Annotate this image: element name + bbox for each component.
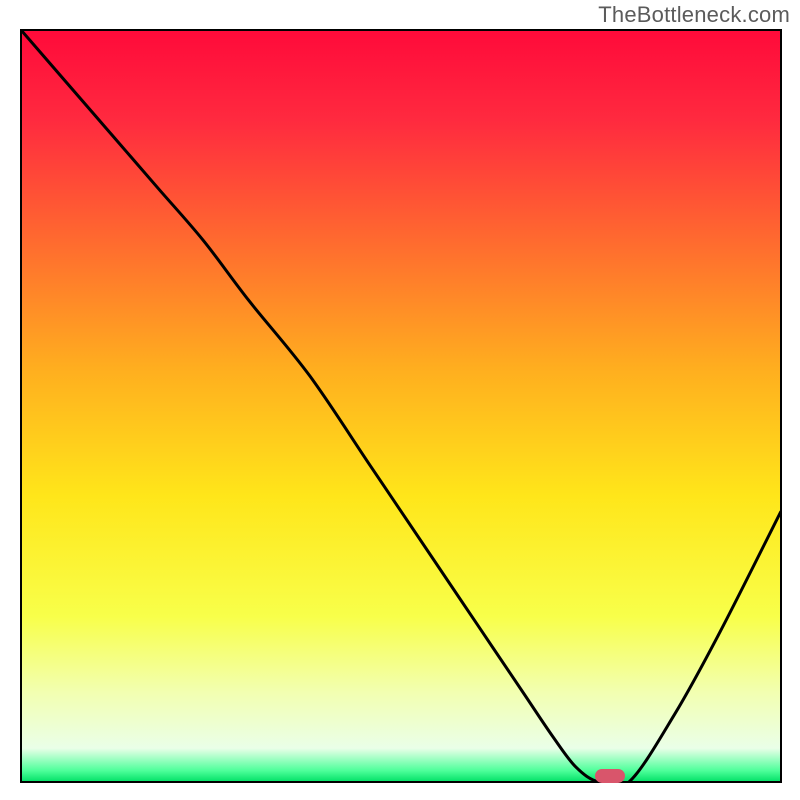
- optimal-marker: [595, 769, 625, 783]
- bottleneck-chart: [0, 0, 800, 800]
- plot-background-gradient: [21, 30, 781, 782]
